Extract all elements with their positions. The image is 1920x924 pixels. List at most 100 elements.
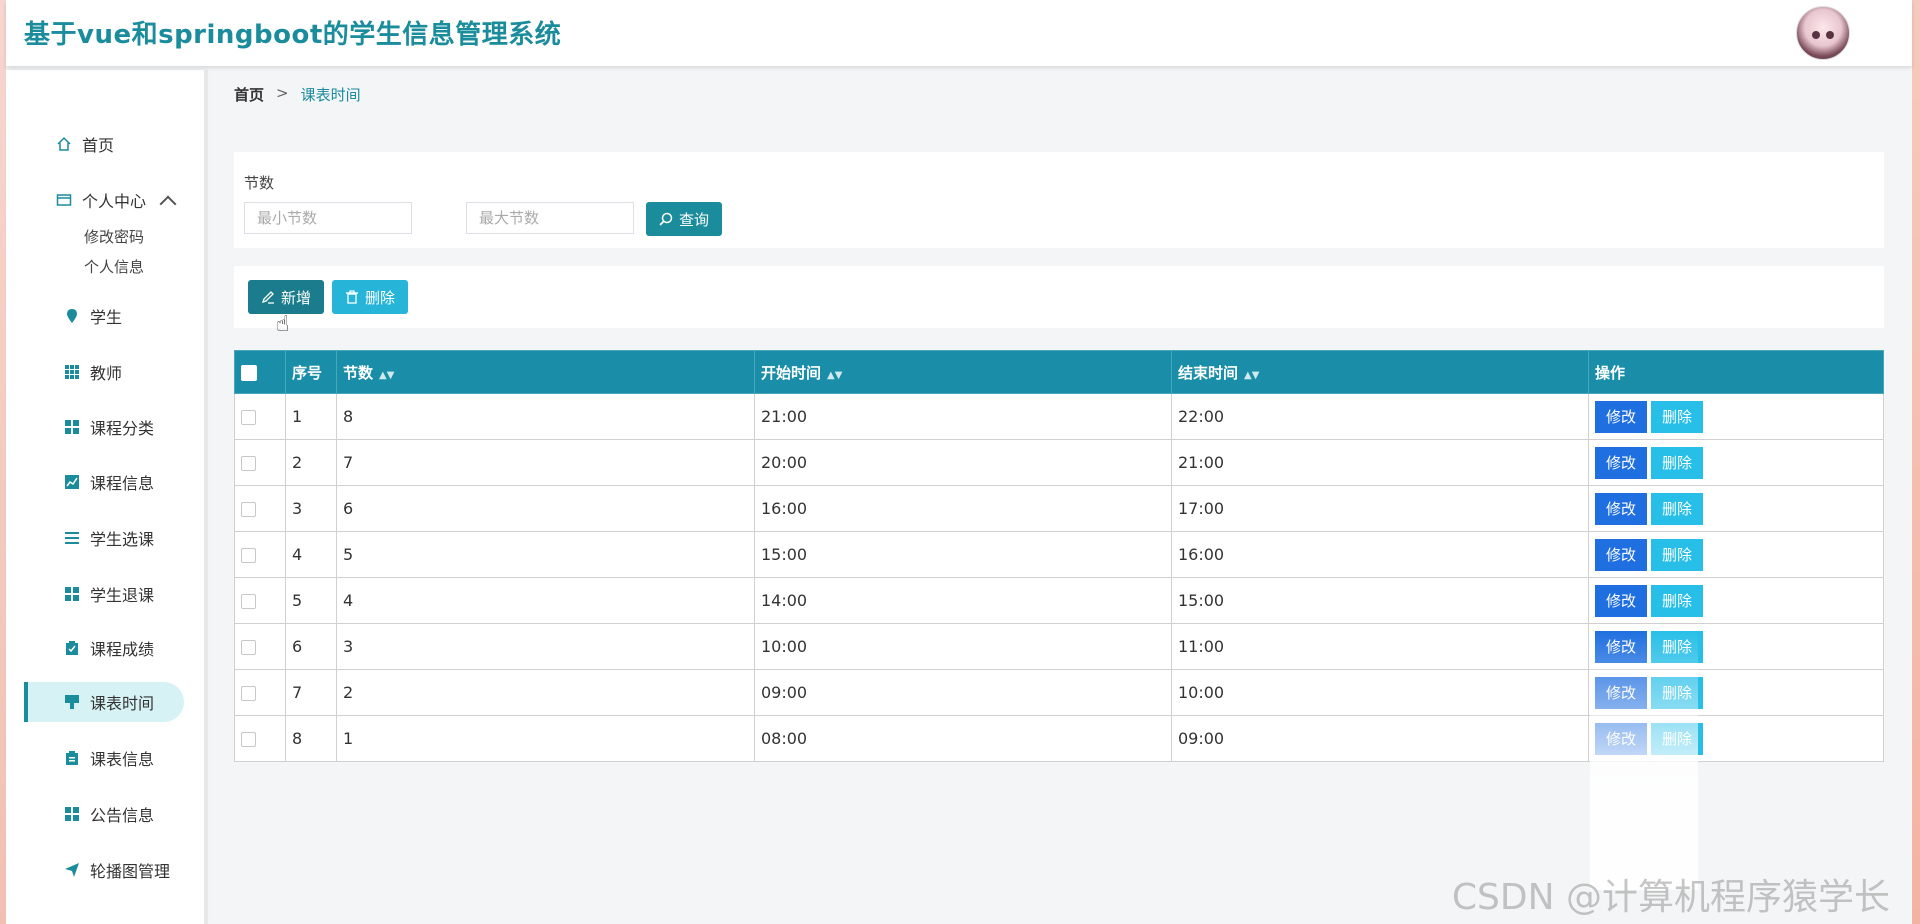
delete-button[interactable]: 删除 — [1651, 446, 1703, 479]
row-checkbox-cell — [234, 439, 286, 486]
breadcrumb-current: 课表时间 — [300, 86, 361, 104]
clipboard-icon — [64, 640, 80, 656]
column-header-label: 序号 — [292, 363, 323, 382]
cell-section: 6 — [336, 485, 755, 532]
cell-no: 6 — [285, 623, 337, 670]
batch-delete-button[interactable]: 删除 — [332, 280, 408, 314]
cell-no: 1 — [285, 393, 337, 440]
home-icon — [56, 136, 72, 152]
delete-button[interactable]: 删除 — [1651, 492, 1703, 525]
cell-start-time: 10:00 — [754, 623, 1172, 670]
sidebar-item-personal-center[interactable]: 个人中心 — [6, 180, 204, 220]
sort-icon[interactable]: ▲▼ — [1244, 370, 1259, 381]
cell-end-time: 17:00 — [1171, 485, 1589, 532]
edit-button[interactable]: 修改 — [1595, 492, 1647, 525]
edit-button[interactable]: 修改 — [1595, 584, 1647, 617]
delete-button[interactable]: 删除 — [1651, 584, 1703, 617]
stamp-icon — [64, 694, 80, 710]
sidebar-item-course-grades[interactable]: 课程成绩 — [6, 628, 204, 668]
sidebar-item-label: 课程分类 — [90, 419, 155, 438]
table-row: 1 8 21:00 22:00 修改 删除 — [234, 393, 1884, 440]
sidebar-item-home[interactable]: 首页 — [6, 124, 204, 164]
sidebar-item-student-select-course[interactable]: 学生选课 — [6, 518, 204, 558]
column-header-section[interactable]: 节数 ▲▼ — [336, 350, 755, 394]
sidebar-item-student-drop-course[interactable]: 学生退课 — [6, 574, 204, 614]
sidebar-item-label: 课表时间 — [90, 694, 155, 713]
cell-section: 5 — [336, 531, 755, 578]
grid-icon — [64, 419, 80, 435]
cell-start-time: 15:00 — [754, 531, 1172, 578]
row-checkbox-cell — [234, 393, 286, 440]
cell-section: 8 — [336, 393, 755, 440]
cell-end-time: 09:00 — [1171, 715, 1589, 762]
add-button[interactable]: 新增 — [248, 280, 324, 314]
row-checkbox-cell — [234, 577, 286, 624]
edit-button[interactable]: 修改 — [1595, 400, 1647, 433]
row-checkbox[interactable] — [241, 548, 256, 563]
watermark: CSDN @计算机程序猿学长 — [1451, 877, 1890, 918]
cell-no: 5 — [285, 577, 337, 624]
cell-start-time: 09:00 — [754, 669, 1172, 716]
sidebar-item-schedule-time[interactable]: 课表时间 — [24, 682, 184, 722]
grid-icon — [64, 586, 80, 602]
sort-icon[interactable]: ▲▼ — [827, 370, 842, 381]
cell-start-time: 08:00 — [754, 715, 1172, 762]
submenu-item-personal-info[interactable]: 个人信息 — [84, 256, 144, 277]
select-all-checkbox[interactable] — [241, 364, 257, 381]
table-row: 4 5 15:00 16:00 修改 删除 — [234, 531, 1884, 578]
max-section-input[interactable]: 最大节数 — [466, 202, 634, 234]
min-section-input[interactable]: 最小节数 — [244, 202, 412, 234]
edit-button[interactable]: 修改 — [1595, 446, 1647, 479]
row-checkbox-cell — [234, 669, 286, 716]
cell-end-time: 16:00 — [1171, 531, 1589, 578]
column-header-label: 操作 — [1595, 363, 1626, 382]
sidebar-item-course-info[interactable]: 课程信息 — [6, 462, 204, 502]
row-checkbox[interactable] — [241, 640, 256, 655]
table-row: 3 6 16:00 17:00 修改 删除 — [234, 485, 1884, 532]
cell-no: 8 — [285, 715, 337, 762]
edit-button[interactable]: 修改 — [1595, 538, 1647, 571]
sidebar-item-label: 个人中心 — [82, 192, 147, 211]
top-header: 基于vue和springboot的学生信息管理系统 — [6, 0, 1912, 66]
sidebar-item-course-category[interactable]: 课程分类 — [6, 407, 204, 447]
cell-no: 7 — [285, 669, 337, 716]
column-header-actions: 操作 — [1588, 350, 1884, 394]
submenu-item-change-password[interactable]: 修改密码 — [84, 226, 144, 247]
delete-button[interactable]: 删除 — [1651, 400, 1703, 433]
user-avatar[interactable] — [1796, 6, 1850, 60]
avatar-eye-left — [1812, 31, 1820, 39]
cell-end-time: 11:00 — [1171, 623, 1589, 670]
sidebar-item-label: 首页 — [82, 136, 115, 155]
sort-icon[interactable]: ▲▼ — [379, 370, 394, 381]
row-checkbox[interactable] — [241, 594, 256, 609]
row-checkbox[interactable] — [241, 732, 256, 747]
row-checkbox-cell — [234, 715, 286, 762]
row-checkbox[interactable] — [241, 456, 256, 471]
row-checkbox[interactable] — [241, 502, 256, 517]
sidebar-item-label: 学生退课 — [90, 586, 155, 605]
row-checkbox[interactable] — [241, 686, 256, 701]
cell-start-time: 14:00 — [754, 577, 1172, 624]
row-checkbox-cell — [234, 485, 286, 532]
sidebar-item-teacher[interactable]: 教师 — [6, 352, 204, 392]
cell-actions: 修改删除 — [1588, 485, 1884, 532]
search-button[interactable]: 查询 — [646, 202, 722, 236]
cell-start-time: 20:00 — [754, 439, 1172, 486]
column-header-start-time[interactable]: 开始时间 ▲▼ — [754, 350, 1172, 394]
row-checkbox-cell — [234, 531, 286, 578]
sidebar-item-announcement[interactable]: 公告信息 — [6, 794, 204, 834]
search-icon — [659, 212, 673, 226]
sidebar-item-schedule-info[interactable]: 课表信息 — [6, 738, 204, 778]
sidebar-item-carousel-management[interactable]: 轮播图管理 — [6, 850, 204, 890]
breadcrumb-separator: > — [276, 84, 289, 102]
pin-icon — [64, 308, 80, 324]
table-header-row: 序号 节数 ▲▼ 开始时间 ▲▼ 结束时间 ▲▼ 操作 — [234, 350, 1884, 394]
cell-section: 2 — [336, 669, 755, 716]
breadcrumb-home[interactable]: 首页 — [234, 84, 264, 105]
delete-button[interactable]: 删除 — [1651, 538, 1703, 571]
row-checkbox[interactable] — [241, 410, 256, 425]
add-button-label: 新增 — [280, 288, 311, 307]
column-header-end-time[interactable]: 结束时间 ▲▼ — [1171, 350, 1589, 394]
sidebar-item-student[interactable]: 学生 — [6, 296, 204, 336]
list-icon — [64, 530, 80, 546]
